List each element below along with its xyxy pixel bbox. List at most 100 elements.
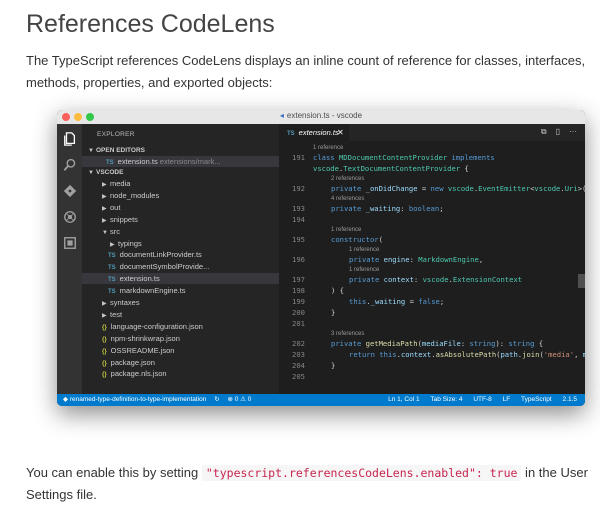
code-text: } <box>331 361 336 370</box>
tree-item[interactable]: {} npm-shrinkwrap.json <box>82 333 279 344</box>
typescript-file-icon: TS <box>108 289 116 296</box>
typescript-file-icon: TS <box>287 131 295 137</box>
open-editors-section[interactable]: ▼ OPEN EDITORS <box>82 145 279 156</box>
tree-item[interactable]: ▶ out <box>82 202 279 213</box>
typescript-file-icon: TS <box>108 277 116 284</box>
language-mode[interactable]: TypeScript <box>521 396 552 403</box>
sync-icon[interactable]: ↻ <box>214 396 219 403</box>
tree-item[interactable]: TS markdownEngine.ts <box>82 285 279 296</box>
json-file-icon: {} <box>102 336 107 343</box>
line-number: 200 <box>292 308 305 317</box>
tree-item[interactable]: ▶ typings <box>82 238 279 249</box>
explorer-sidebar: EXPLORER ▼ OPEN EDITORS TS extension.ts ex… <box>82 124 279 394</box>
tree-item[interactable]: TS documentLinkProvider.ts <box>82 249 279 260</box>
extensions-icon[interactable] <box>61 234 78 251</box>
tree-item[interactable]: ▶ test <box>82 309 279 320</box>
tree-item[interactable]: ▶ media <box>82 178 279 189</box>
split-editor-icon[interactable]: ▯ <box>556 127 560 136</box>
open-editor-name: extension.ts <box>117 157 158 166</box>
tree-item[interactable]: TS documentSymbolProvide... <box>82 261 279 272</box>
tab-size[interactable]: Tab Size: 4 <box>430 396 462 403</box>
chevron-right-icon: ▶ <box>102 217 107 224</box>
line-number: 197 <box>292 275 305 284</box>
line-number: 191 <box>292 153 305 162</box>
tree-item[interactable]: {} package.json <box>82 357 279 368</box>
line-number: 192 <box>292 184 305 193</box>
code-line: 194 <box>279 214 579 225</box>
project-label: VSCODE <box>96 169 124 176</box>
line-number: 196 <box>292 255 305 264</box>
tab-extension-ts[interactable]: TS extension.ts ✕ <box>279 124 349 141</box>
chevron-down-icon: ▼ <box>88 170 94 176</box>
code-line: vscode.TextDocumentContentProvider { <box>279 163 579 174</box>
line-number: 202 <box>292 339 305 348</box>
tree-item[interactable]: TS extension.ts <box>82 273 279 285</box>
compare-icon[interactable]: ⧉ <box>541 127 547 136</box>
end-of-line[interactable]: LF <box>503 396 511 403</box>
tree-item[interactable]: {} OSSREADME.json <box>82 345 279 356</box>
code-view[interactable]: 1 reference 191 class MDDocumentContentPro… <box>279 141 585 394</box>
chevron-right-icon: ▶ <box>102 312 107 319</box>
code-line: 205 <box>279 371 579 382</box>
code-text: ) { <box>331 286 344 295</box>
branch-icon: ◆ <box>63 396 68 403</box>
files-icon[interactable] <box>61 130 78 147</box>
json-file-icon: {} <box>102 324 107 331</box>
window-title-text: extension.ts - vscode <box>286 111 363 120</box>
status-bar: ◆ renamed-type-definition-to-type-implem… <box>57 394 585 406</box>
tree-item-label: media <box>110 179 131 188</box>
ts-version[interactable]: 2.1.5 <box>563 396 577 403</box>
tree-item-label: markdownEngine.ts <box>119 286 186 296</box>
tree-item[interactable]: {} package.nls.json <box>82 368 279 379</box>
open-editors-label: OPEN EDITORS <box>96 147 146 154</box>
code-text: private engine: MarkdownEngine, <box>349 255 484 264</box>
chevron-down-icon: ▼ <box>102 229 108 236</box>
typescript-file-icon: TS <box>108 265 116 272</box>
tab-label: extension.ts <box>298 128 339 137</box>
code-text: private _waiting: boolean; <box>331 204 444 213</box>
line-number: 198 <box>292 286 305 295</box>
line-number: 194 <box>292 215 305 224</box>
line-number: 199 <box>292 297 305 306</box>
line-number: 204 <box>292 361 305 370</box>
more-icon[interactable]: ··· <box>569 127 577 136</box>
typescript-file-icon: TS <box>106 160 114 166</box>
code-line: 204} <box>279 360 579 371</box>
chevron-down-icon: ▼ <box>88 148 94 154</box>
editor-tabbar: TS extension.ts ✕ ⧉ ▯ ··· <box>279 124 585 141</box>
search-icon[interactable] <box>61 156 78 173</box>
outro-text-before: You can enable this by setting <box>26 465 202 480</box>
intro-paragraph: The TypeScript references CodeLens displ… <box>26 53 586 90</box>
code-text: vscode.TextDocumentContentProvider { <box>313 164 469 173</box>
page-title: References CodeLens <box>26 10 275 38</box>
tree-item[interactable]: ▶ node_modules <box>82 190 279 201</box>
tree-item[interactable]: ▼ src <box>82 226 279 237</box>
chevron-right-icon: ▶ <box>102 193 107 200</box>
open-editor-item[interactable]: TS extension.ts extensions/mark... <box>82 156 279 167</box>
code-line: 192 private _onDidChange = new vscode.Eve… <box>279 183 585 194</box>
cursor-position[interactable]: Ln 1, Col 1 <box>388 396 419 403</box>
project-section[interactable]: ▼ VSCODE <box>82 167 279 178</box>
code-line: 199 this._waiting = false; <box>279 296 579 307</box>
chevron-right-icon: ▶ <box>102 205 107 212</box>
editor-scrollbar[interactable] <box>578 274 585 288</box>
tree-item-label: typings <box>118 238 142 248</box>
code-line: 197 private context: vscode.ExtensionCont… <box>279 274 579 285</box>
tree-item-label: package.nls.json <box>110 369 167 379</box>
setting-code: "typescript.referencesCodeLens.enabled":… <box>201 465 522 481</box>
tree-item-label: language-configuration.json <box>110 321 203 331</box>
git-icon[interactable] <box>61 182 78 199</box>
json-file-icon: {} <box>102 348 107 355</box>
branch-name[interactable]: renamed-type-definition-to-type-implemen… <box>70 396 207 403</box>
tree-item[interactable]: ▶ syntaxes <box>82 297 279 308</box>
encoding[interactable]: UTF-8 <box>473 396 491 403</box>
debug-icon[interactable] <box>61 208 78 225</box>
outro-paragraph: You can enable this by setting "typescri… <box>26 462 600 506</box>
tree-item[interactable]: ▶ snippets <box>82 214 279 225</box>
code-text: private context: vscode.ExtensionContext <box>349 275 523 284</box>
line-number: 203 <box>292 350 305 359</box>
problems-indicator[interactable]: ⊗ 0 ⚠ 0 <box>227 396 251 403</box>
tree-item[interactable]: {} language-configuration.json <box>82 321 279 332</box>
tree-item-label: node_modules <box>110 190 160 200</box>
close-icon[interactable]: ✕ <box>337 124 344 141</box>
